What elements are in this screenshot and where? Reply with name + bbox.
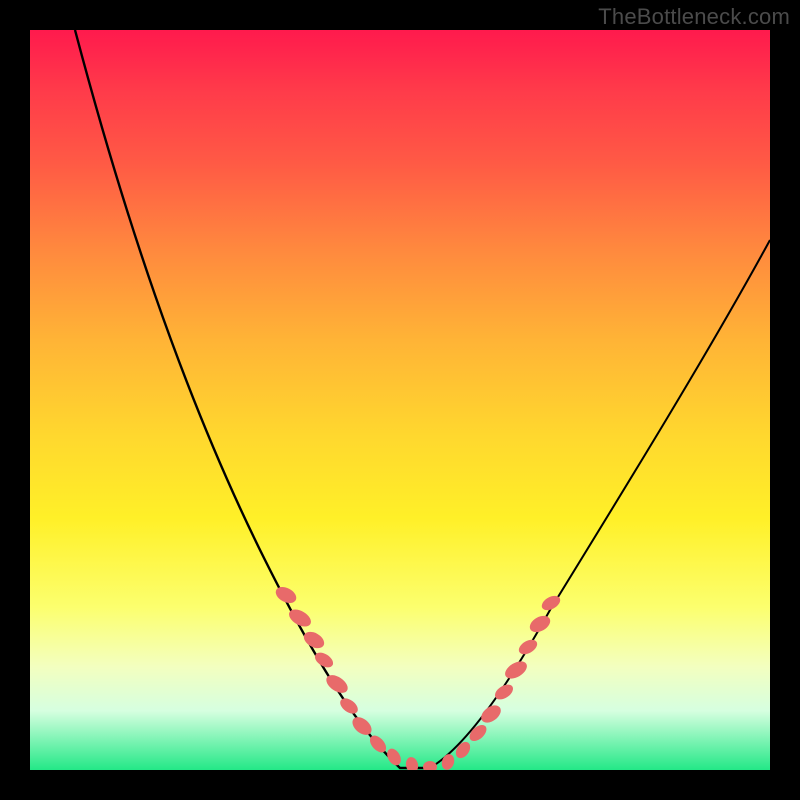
plot-area xyxy=(30,30,770,770)
left-marker-band xyxy=(273,584,437,770)
left-curve xyxy=(75,30,430,768)
right-curve xyxy=(430,240,770,768)
watermark-text: TheBottleneck.com xyxy=(598,4,790,30)
chart-svg xyxy=(30,30,770,770)
chart-frame: TheBottleneck.com xyxy=(0,0,800,800)
